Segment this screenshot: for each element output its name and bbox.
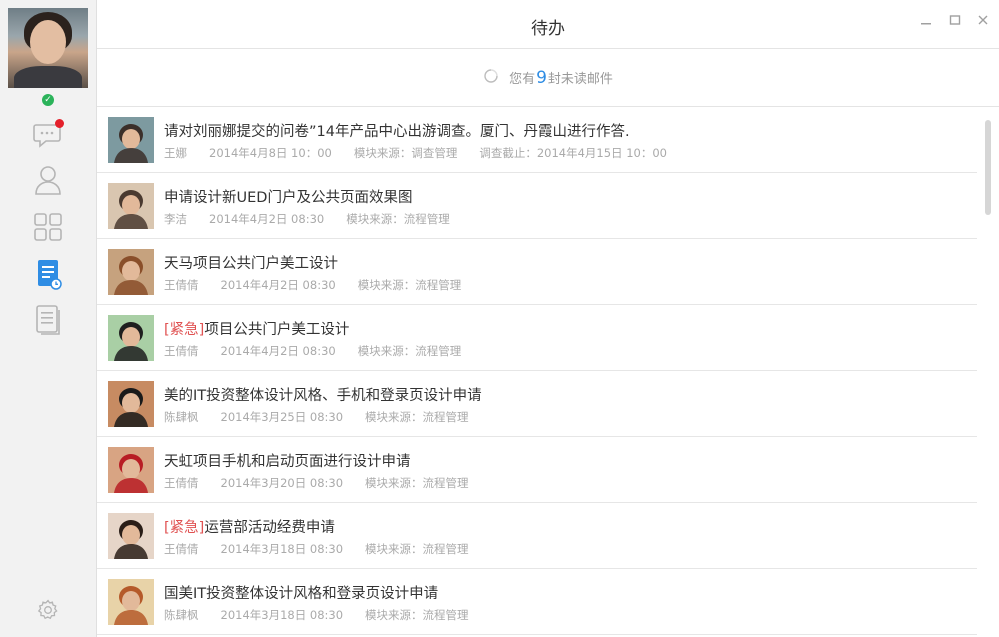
task-meta: 李洁 2014年4月2日 08:30 模块来源：流程管理: [164, 211, 472, 227]
sender-avatar: [108, 117, 154, 163]
task-sender: 王倩倩: [164, 278, 199, 292]
sender-avatar: [108, 513, 154, 559]
task-title: 天马项目公共门户美工设计: [164, 252, 338, 273]
unread-mail-bar[interactable]: 您有 9 封未读邮件: [97, 49, 999, 107]
refresh-icon[interactable]: [483, 68, 499, 88]
window-title: 待办: [531, 19, 565, 39]
task-date: 2014年4月8日 10：00: [209, 146, 332, 160]
task-title-text: 国美IT投资整体设计风格和登录页设计申请: [164, 586, 439, 602]
task-title: 申请设计新UED门户及公共页面效果图: [164, 186, 412, 207]
task-source: 模块来源：调查管理: [353, 146, 458, 160]
task-source: 模块来源：流程管理: [346, 212, 450, 226]
task-date: 2014年3月20日 08:30: [220, 476, 344, 490]
task-sender: 李洁: [164, 212, 187, 226]
task-title: 国美IT投资整体设计风格和登录页设计申请: [164, 582, 438, 603]
urgent-tag: [紧急]: [164, 520, 205, 536]
task-meta: 王倩倩 2014年3月20日 08:30 模块来源：流程管理: [164, 475, 491, 491]
task-source: 模块来源：流程管理: [365, 410, 469, 424]
sender-avatar: [108, 315, 154, 361]
task-meta: 王倩倩 2014年3月18日 08:30 模块来源：流程管理: [164, 541, 491, 557]
task-meta: 王倩倩 2014年4月2日 08:30 模块来源：流程管理: [164, 343, 483, 359]
task-title-text: 运营部活动经费申请: [204, 520, 335, 536]
task-meta: 陈肆枫 2014年3月18日 08:30 模块来源：流程管理: [164, 607, 491, 623]
unread-count: 9: [536, 67, 547, 88]
sender-avatar: [108, 183, 154, 229]
task-title-text: 美的IT投资整体设计风格、手机和登录页设计申请: [164, 388, 482, 404]
task-title: [紧急]运营部活动经费申请: [164, 516, 335, 537]
task-row[interactable]: [紧急]项目公共门户美工设计 王倩倩 2014年4月2日 08:30 模块来源：流程管…: [97, 305, 977, 371]
task-row[interactable]: 国美IT投资整体设计风格和登录页设计申请 陈肆枫 2014年3月18日 08:30 模…: [97, 569, 977, 635]
task-deadline: 调查截止：2014年4月15日 10：00: [479, 146, 667, 160]
task-row[interactable]: 天虹项目手机和启动页面进行设计申请 王倩倩 2014年3月20日 08:30 模块来源…: [97, 437, 977, 503]
sender-avatar: [108, 381, 154, 427]
gear-icon[interactable]: [30, 592, 66, 628]
document-icon[interactable]: [30, 302, 66, 338]
task-title-text: 天马项目公共门户美工设计: [164, 256, 338, 272]
minimize-icon[interactable]: [917, 14, 935, 32]
sender-avatar: [108, 249, 154, 295]
task-title-text: 天虹项目手机和启动页面进行设计申请: [164, 454, 411, 470]
maximize-icon[interactable]: [946, 14, 964, 32]
task-sender: 王倩倩: [164, 344, 199, 358]
task-date: 2014年3月18日 08:30: [220, 542, 344, 556]
task-title-text: 申请设计新UED门户及公共页面效果图: [164, 190, 413, 206]
task-title-text: 项目公共门户美工设计: [204, 322, 350, 338]
title-bar: 待办: [97, 0, 999, 49]
task-row[interactable]: 美的IT投资整体设计风格、手机和登录页设计申请 陈肆枫 2014年3月25日 08:…: [97, 371, 977, 437]
urgent-tag: [紧急]: [164, 322, 205, 338]
unread-badge: [55, 119, 64, 128]
task-date: 2014年4月2日 08:30: [209, 212, 325, 226]
task-source: 模块来源：流程管理: [357, 278, 462, 292]
task-sender: 陈肆枫: [164, 410, 199, 424]
task-list: 请对刘丽娜提交的问卷”14年产品中心出游调查。厦门、丹霞山进行作答. 王娜 2014…: [97, 107, 977, 637]
task-date: 2014年4月2日 08:30: [220, 278, 336, 292]
sender-avatar: [108, 447, 154, 493]
close-icon[interactable]: [974, 14, 992, 32]
task-title: 请对刘丽娜提交的问卷”14年产品中心出游调查。厦门、丹霞山进行作答.: [164, 120, 630, 141]
task-sender: 王倩倩: [164, 542, 199, 556]
task-sender: 陈肆枫: [164, 608, 199, 622]
apps-grid-icon[interactable]: [30, 209, 66, 245]
task-date: 2014年4月2日 08:30: [220, 344, 336, 358]
task-source: 模块来源：流程管理: [365, 608, 469, 622]
scrollbar[interactable]: [985, 120, 991, 215]
task-row[interactable]: 天马项目公共门户美工设计 王倩倩 2014年4月2日 08:30 模块来源：流程管理: [97, 239, 977, 305]
task-row[interactable]: 申请设计新UED门户及公共页面效果图 李洁 2014年4月2日 08:30 模块来源：…: [97, 173, 977, 239]
task-meta: 陈肆枫 2014年3月25日 08:30 模块来源：流程管理: [164, 409, 491, 425]
task-row[interactable]: [紧急]运营部活动经费申请 王倩倩 2014年3月18日 08:30 模块来源：流程管…: [97, 503, 977, 569]
contact-icon[interactable]: [30, 162, 66, 198]
task-title: 天虹项目手机和启动页面进行设计申请: [164, 450, 411, 471]
todo-doc-icon[interactable]: [30, 256, 66, 292]
task-source: 模块来源：流程管理: [357, 344, 462, 358]
unread-suffix: 封未读邮件: [547, 72, 613, 87]
task-date: 2014年3月25日 08:30: [220, 410, 344, 424]
task-source: 模块来源：流程管理: [365, 542, 469, 556]
task-sender: 王娜: [164, 146, 187, 160]
task-meta: 王娜 2014年4月8日 10：00 模块来源：调查管理 调查截止：2014年4月15…: [164, 145, 689, 161]
chat-icon[interactable]: [30, 117, 66, 153]
task-row[interactable]: 请对刘丽娜提交的问卷”14年产品中心出游调查。厦门、丹霞山进行作答. 王娜 2014…: [97, 107, 977, 173]
sender-avatar: [108, 579, 154, 625]
task-date: 2014年3月18日 08:30: [220, 608, 344, 622]
task-title: 美的IT投资整体设计风格、手机和登录页设计申请: [164, 384, 482, 405]
task-meta: 王倩倩 2014年4月2日 08:30 模块来源：流程管理: [164, 277, 483, 293]
task-source: 模块来源：流程管理: [365, 476, 469, 490]
online-status-icon: ✓: [42, 94, 54, 106]
task-sender: 王倩倩: [164, 476, 199, 490]
user-avatar[interactable]: [8, 8, 88, 88]
task-title-text: 请对刘丽娜提交的问卷”14年产品中心出游调查。厦门、丹霞山进行作答.: [164, 124, 630, 140]
unread-prefix: 您有: [509, 72, 536, 87]
task-title: [紧急]项目公共门户美工设计: [164, 318, 349, 339]
sidebar: ✓: [0, 0, 97, 637]
